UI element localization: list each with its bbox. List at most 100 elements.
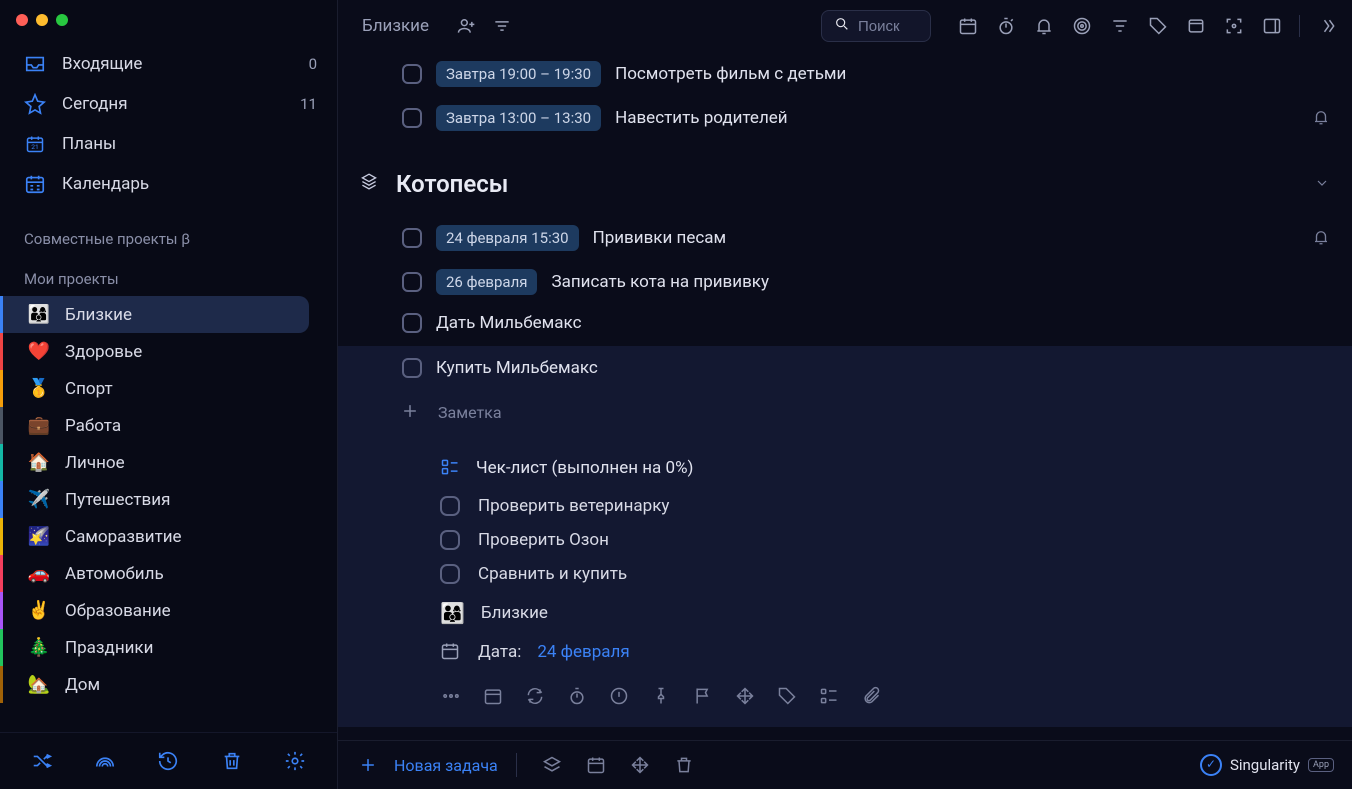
tag-icon[interactable] [1147,15,1169,37]
task-checkbox[interactable] [402,228,422,248]
task-checkbox[interactable] [402,272,422,292]
project-label: Здоровье [65,342,142,362]
nav-inbox[interactable]: Входящие 0 [0,44,337,84]
task-project-label: Близкие [481,603,548,623]
note-placeholder: Заметка [438,403,502,422]
task-checkbox[interactable] [402,313,422,333]
chevron-down-icon[interactable] [1314,175,1332,193]
layers-footer-icon[interactable] [541,754,563,776]
project-label: Путешествия [65,490,170,510]
stopwatch-icon[interactable] [995,15,1017,37]
minimize-window-button[interactable] [36,14,48,26]
sidebar-project-obrazovanie[interactable]: ✌️ Образование [0,592,337,629]
settings-icon[interactable] [281,747,309,775]
pin-icon[interactable] [650,685,672,707]
task-title: Посмотреть фильм с детьми [615,64,846,84]
calendar-header-icon[interactable] [957,15,979,37]
svg-text:21: 21 [31,143,38,151]
sidebar-project-rabota[interactable]: 💼 Работа [0,407,337,444]
trash-icon[interactable] [218,747,246,775]
brand[interactable]: Singularity App [1200,754,1334,776]
sidebar-project-lichnoe[interactable]: 🏠 Личное [0,444,337,481]
nav-top: Входящие 0 Сегодня 11 21 Планы Календарь [0,36,337,216]
sidebar-project-avtomobil[interactable]: 🚗 Автомобиль [0,555,337,592]
checklist-checkbox[interactable] [440,496,460,516]
task-date-meta[interactable]: Дата: 24 февраля [338,631,1352,669]
date-value[interactable]: 24 февраля [537,642,629,662]
task-row[interactable]: 26 февраля Записать кота на прививку [338,260,1352,304]
search-input[interactable] [858,18,918,35]
reminder-bell-icon[interactable] [1312,228,1332,248]
sidebar-project-prazdniki[interactable]: 🎄 Праздники [0,629,337,666]
task-row[interactable]: Купить Мильбемакс [338,346,1352,387]
nav-plans[interactable]: 21 Планы [0,124,337,164]
flag-icon[interactable] [692,685,714,707]
search-box[interactable] [821,10,931,42]
calendar-day-icon: 21 [24,133,46,155]
checklist-item[interactable]: Проверить ветеринарку [338,489,1352,523]
new-task-button[interactable]: Новая задача [356,753,498,777]
task-date-chip: 26 февраля [436,269,537,295]
checklist-item[interactable]: Проверить Озон [338,523,1352,557]
task-row[interactable]: Дать Мильбемакс [338,304,1352,342]
trash-footer-icon[interactable] [673,754,695,776]
task-checkbox[interactable] [402,108,422,128]
checklist-item[interactable]: Сравнить и купить [338,557,1352,591]
more-icon[interactable] [440,685,462,707]
tag-tool-icon[interactable] [776,685,798,707]
close-window-button[interactable] [16,14,28,26]
task-row[interactable]: Завтра 13:00 – 13:30 Навестить родителей [338,96,1352,140]
task-row[interactable]: Завтра 19:00 – 19:30 Посмотреть фильм с … [338,52,1352,96]
add-note-row[interactable]: Заметка [338,387,1352,437]
shuffle-icon[interactable] [28,747,56,775]
task-project-meta[interactable]: 👨‍👩‍👦 Близкие [338,591,1352,631]
maximize-window-button[interactable] [56,14,68,26]
project-label: Праздники [65,638,153,658]
sidebar-project-zdorovie[interactable]: ❤️ Здоровье [0,333,337,370]
task-checkbox[interactable] [402,64,422,84]
sidebar-project-puteshestviya[interactable]: ✈️ Путешествия [0,481,337,518]
reminder-bell-icon[interactable] [1312,108,1332,128]
add-user-icon[interactable] [455,15,477,37]
bell-header-icon[interactable] [1033,15,1055,37]
window-icon[interactable] [1185,15,1207,37]
checklist-checkbox[interactable] [440,530,460,550]
sidebar-project-blizkie[interactable]: 👨‍👩‍👦 Близкие [0,296,309,333]
nav-today[interactable]: Сегодня 11 [0,84,337,124]
content: Завтра 19:00 – 19:30 Посмотреть фильм с … [338,52,1352,740]
priority-icon[interactable] [608,685,630,707]
project-label: Автомобиль [65,564,164,584]
schedule-icon[interactable] [482,685,504,707]
sidebar-project-sport[interactable]: 🥇 Спорт [0,370,337,407]
move-footer-icon[interactable] [629,754,651,776]
nav-calendar[interactable]: Календарь [0,164,337,204]
sidebar-project-samorazvitie[interactable]: 🌠 Саморазвитие [0,518,337,555]
new-task-label: Новая задача [394,756,498,775]
calendar-footer-icon[interactable] [585,754,607,776]
attach-icon[interactable] [860,685,882,707]
project-emoji: 🎄 [27,637,51,658]
header-actions-left [455,15,513,37]
target-icon[interactable] [1071,15,1093,37]
task-title: Купить Мильбемакс [436,358,598,378]
project-emoji: 🚗 [27,563,51,584]
checklist-header: Чек-лист (выполнен на 0%) [338,437,1352,489]
move-icon[interactable] [734,685,756,707]
focus-icon[interactable] [1223,15,1245,37]
task-date-chip: 24 февраля 15:30 [436,225,579,251]
checklist-checkbox[interactable] [440,564,460,584]
window-controls [0,0,337,36]
panel-icon[interactable] [1261,15,1283,37]
filter-icon[interactable] [1109,15,1131,37]
rainbow-icon[interactable] [91,747,119,775]
task-row[interactable]: 24 февраля 15:30 Прививки песам [338,216,1352,260]
repeat-icon[interactable] [524,685,546,707]
sidebar-project-dom[interactable]: 🏡 Дом [0,666,337,703]
subtask-icon[interactable] [818,685,840,707]
timer-icon[interactable] [566,685,588,707]
history-icon[interactable] [154,747,182,775]
filter-lines-icon[interactable] [491,15,513,37]
expand-icon[interactable] [1316,15,1338,37]
section-header[interactable]: Котопесы [338,140,1352,216]
task-checkbox[interactable] [402,358,422,378]
